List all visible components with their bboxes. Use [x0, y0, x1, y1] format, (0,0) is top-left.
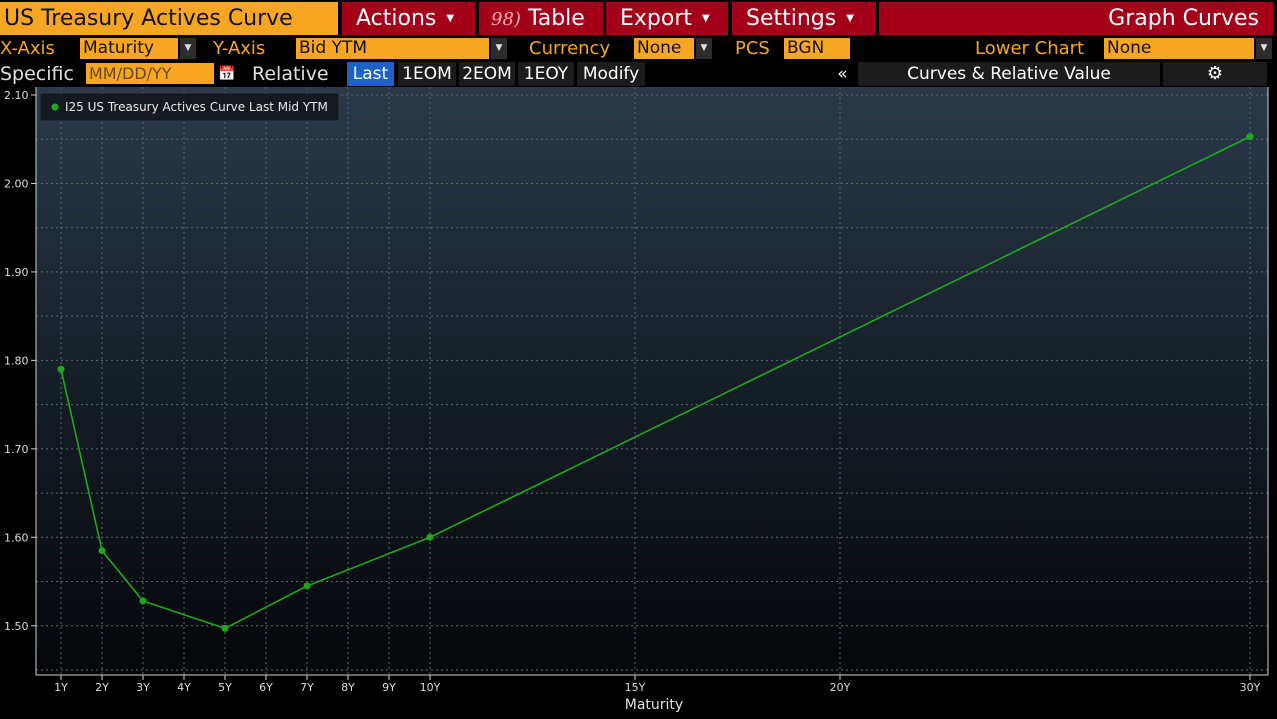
page-title: US Treasury Actives Curve: [0, 2, 338, 35]
settings-label: Settings: [746, 6, 837, 31]
date-controls-bar: Specific MM/DD/YY 📅 Relative Last 1EOM 2…: [0, 61, 1277, 87]
plot-area: [36, 87, 1268, 675]
chevron-down-icon: ▼: [846, 13, 854, 24]
pcs-label: PCS: [735, 38, 770, 59]
export-menu-button[interactable]: Export ▼: [606, 2, 728, 35]
x-axis-select[interactable]: Maturity: [80, 38, 178, 59]
chevron-down-icon[interactable]: ▼: [696, 38, 712, 59]
currency-label: Currency: [529, 38, 611, 59]
collapse-panel-button[interactable]: «: [830, 62, 855, 86]
chevron-down-icon: ▼: [702, 13, 710, 24]
yield-curve-svg: 1Y 2Y 3Y 4Y 5Y 6Y 7Y 8Y 9Y 10Y 15Y 20Y 30Y 1.50 1.60 1.…: [0, 87, 1277, 715]
table-shortcut-number: 98): [491, 9, 521, 30]
data-point: [57, 365, 65, 373]
table-button[interactable]: 98) Table: [479, 2, 603, 35]
y-tick-label: 1.90: [4, 266, 29, 279]
y-tick-label: 2.00: [4, 177, 29, 190]
x-tick-label: 5Y: [218, 681, 232, 694]
chevron-down-icon[interactable]: ▼: [180, 38, 196, 59]
x-tick-label: 6Y: [259, 681, 273, 694]
calendar-icon[interactable]: 📅: [218, 64, 235, 84]
axis-options-bar: X-Axis Maturity ▼ Y-Axis Bid YTM ▼ Curre…: [0, 36, 1277, 61]
x-tick-label: 7Y: [300, 681, 314, 694]
y-tick-label: 1.80: [4, 354, 29, 367]
lower-chart-label: Lower Chart: [975, 38, 1085, 59]
data-point: [98, 547, 106, 555]
relative-1eoy-button[interactable]: 1EOY: [518, 62, 574, 86]
data-point: [221, 624, 229, 632]
x-tick-label: 9Y: [382, 681, 396, 694]
y-axis-select[interactable]: Bid YTM: [296, 38, 489, 59]
date-input[interactable]: MM/DD/YY: [86, 63, 214, 84]
lower-chart-select[interactable]: None: [1104, 38, 1254, 59]
gear-icon[interactable]: ⚙: [1163, 62, 1267, 86]
data-point: [426, 533, 434, 541]
y-tick-label: 1.50: [4, 620, 29, 633]
yield-curve-chart: 1Y 2Y 3Y 4Y 5Y 6Y 7Y 8Y 9Y 10Y 15Y 20Y 30Y 1.50 1.60 1.…: [0, 87, 1277, 715]
x-tick-label: 1Y: [54, 681, 68, 694]
chevron-down-icon[interactable]: ▼: [491, 38, 507, 59]
legend-marker: [51, 103, 59, 111]
x-tick-label: 3Y: [136, 681, 150, 694]
y-tick-label: 1.60: [4, 531, 29, 544]
currency-select[interactable]: None: [634, 38, 694, 59]
x-tick-label: 20Y: [830, 681, 851, 694]
table-label: Table: [527, 6, 585, 31]
chevron-down-icon: ▼: [446, 13, 455, 24]
pcs-field[interactable]: BGN: [784, 38, 850, 59]
data-point: [1246, 133, 1254, 141]
settings-menu-button[interactable]: Settings ▼: [732, 2, 876, 35]
y-tick-label: 1.70: [4, 443, 29, 456]
relative-1eom-button[interactable]: 1EOM: [398, 62, 456, 86]
data-point: [303, 582, 311, 590]
chevron-down-icon[interactable]: ▼: [1256, 38, 1272, 59]
relative-label: Relative: [252, 63, 329, 85]
main-menu-bar: US Treasury Actives Curve Actions ▼ 98) T…: [0, 0, 1277, 36]
x-tick-label: 15Y: [625, 681, 646, 694]
export-label: Export: [620, 6, 693, 31]
graph-curves-title: Graph Curves: [879, 2, 1273, 35]
panel-title: Curves & Relative Value: [858, 62, 1160, 86]
modify-button[interactable]: Modify: [577, 62, 645, 86]
legend: I25 US Treasury Actives Curve Last Mid Y…: [39, 92, 340, 122]
y-tick-label: 2.10: [4, 89, 29, 102]
actions-menu-button[interactable]: Actions ▼: [342, 2, 475, 35]
actions-label: Actions: [356, 6, 437, 31]
data-point: [139, 597, 147, 605]
y-axis-label: Y-Axis: [213, 38, 266, 59]
x-tick-label: 4Y: [177, 681, 191, 694]
x-tick-label: 8Y: [341, 681, 355, 694]
x-axis-title: Maturity: [625, 697, 683, 713]
legend-series-name: I25 US Treasury Actives Curve Last Mid Y…: [65, 100, 328, 114]
x-tick-label: 2Y: [95, 681, 109, 694]
relative-2eom-button[interactable]: 2EOM: [459, 62, 515, 86]
x-tick-label: 10Y: [420, 681, 441, 694]
relative-last-button[interactable]: Last: [347, 62, 394, 86]
specific-label: Specific: [0, 63, 74, 85]
x-axis-label: X-Axis: [0, 38, 55, 59]
x-tick-label: 30Y: [1240, 681, 1261, 694]
